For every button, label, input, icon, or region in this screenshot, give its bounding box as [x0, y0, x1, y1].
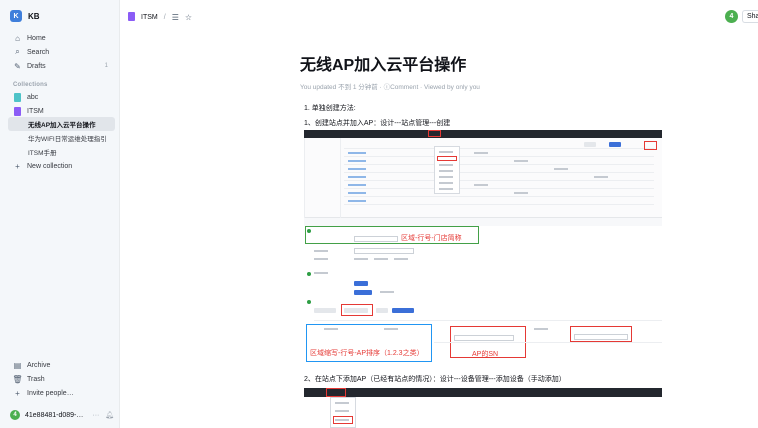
highlight-box [428, 130, 441, 137]
embedded-screenshot [304, 388, 662, 428]
archive-icon: ▤ [13, 360, 22, 370]
nav-drafts-label: Drafts [27, 62, 46, 70]
plus-icon: + [15, 388, 20, 398]
dropdown-menu [434, 146, 460, 194]
home-icon: ⌂ [15, 33, 20, 43]
nav-trash-label: Trash [27, 375, 45, 383]
team-switcher[interactable]: K KB [10, 10, 40, 22]
highlight-box [326, 388, 346, 397]
edit-icon: ✎ [14, 61, 21, 71]
share-button[interactable]: Share [742, 10, 758, 23]
paragraph[interactable]: 1、创建站点并加入AP：设计---站点管理---创建 [304, 118, 450, 128]
nav-trash[interactable]: 🗑 Trash [8, 372, 112, 386]
bell-icon[interactable]: 🔔︎ [105, 411, 114, 419]
nav-home-label: Home [27, 34, 46, 42]
page-title[interactable]: 无线AP加入云平台操作 [300, 56, 662, 76]
star-icon[interactable]: ☆ [185, 13, 192, 22]
annotation-name: 区域缩写-行号-AP排序（1.2.3之类） [310, 350, 424, 357]
document-head: 无线AP加入云平台操作 You updated 不到 1 分钟前 · ⓘComm… [300, 56, 662, 91]
collection-abc-label: abc [27, 93, 39, 101]
annotation-sn: AP的SN [472, 351, 499, 358]
screenshot-note [304, 218, 662, 226]
sidebar: K KB ⌂ Home ⌕ Search ✎ Drafts 1 Collecti… [0, 0, 120, 428]
plus-icon: + [15, 161, 20, 171]
collections-heading: Collections [13, 82, 48, 88]
collection-itsm-label: ITSM [27, 107, 44, 115]
nav-archive-label: Archive [27, 361, 51, 369]
drafts-count: 1 [104, 63, 108, 69]
collection-itsm[interactable]: ITSM [8, 104, 112, 118]
primary-nav: ⌂ Home ⌕ Search ✎ Drafts 1 [8, 31, 112, 73]
nav-drafts[interactable]: ✎ Drafts 1 [8, 59, 112, 73]
team-name: KB [28, 11, 40, 21]
screenshot-topbar [304, 130, 662, 138]
doc-item-label: 无线AP加入云平台操作 [28, 122, 96, 129]
invite-people-label: Invite people… [27, 389, 74, 397]
new-collection-button[interactable]: + New collection [8, 159, 112, 173]
trash-icon: 🗑 [12, 374, 23, 384]
screenshot-topbar [304, 388, 662, 397]
collaborator-avatar[interactable]: 4 [725, 10, 738, 23]
avatar: 4 [10, 410, 20, 420]
app-window: K KB ⌂ Home ⌕ Search ✎ Drafts 1 Collecti… [0, 0, 758, 428]
more-icon[interactable]: ··· [92, 412, 99, 419]
collection-icon [13, 106, 22, 116]
new-collection-row: + New collection [8, 159, 112, 173]
invite-people-button[interactable]: + Invite people… [8, 386, 112, 400]
document-meta: You updated 不到 1 分钟前 · ⓘComment · Viewed… [300, 84, 480, 91]
nav-archive[interactable]: ▤ Archive [8, 358, 112, 372]
bottom-nav: ▤ Archive 🗑 Trash + Invite people… [8, 358, 112, 400]
team-logo: K [10, 10, 22, 22]
embedded-screenshot: 区域-行号-门店简称 区域缩写-行号-AP排序（1.2.3之类） AP的SN [304, 130, 662, 362]
breadcrumb-separator: / [163, 14, 166, 21]
nav-search[interactable]: ⌕ Search [8, 45, 112, 59]
doc-item-active[interactable]: 无线AP加入云平台操作 [8, 117, 115, 131]
collections-list: abc ITSM [8, 90, 112, 118]
user-name: 41e88481-d089-… [25, 411, 84, 419]
collection-abc[interactable]: abc [8, 90, 112, 104]
new-collection-label: New collection [27, 162, 73, 170]
breadcrumb: ITSM / ☰ ☆ [128, 12, 192, 23]
search-icon: ⌕ [15, 47, 20, 56]
breadcrumb-collection[interactable]: ITSM [141, 14, 158, 21]
nav-search-label: Search [27, 48, 50, 56]
table-of-contents-icon[interactable]: ☰ [172, 13, 179, 22]
doc-item[interactable]: 华为WIFI日常运维处理指引 [8, 131, 115, 145]
doc-item-label: ITSM手册 [28, 150, 57, 157]
screenshot-panel [304, 138, 662, 218]
collection-icon [128, 12, 135, 23]
paragraph[interactable]: 2、在站点下添加AP（已经有站点的情况）：设计---设备管理---添加设备（手动… [304, 374, 566, 384]
user-menu[interactable]: 4 41e88481-d089-… ··· 🔔︎ [10, 410, 114, 420]
annotation-region: 区域-行号-门店简称 [401, 235, 462, 242]
highlight-box [644, 141, 657, 150]
doc-item-label: 华为WIFI日常运维处理指引 [28, 136, 107, 143]
collection-icon [13, 92, 22, 102]
document-header: ITSM / ☰ ☆ 4 Share [120, 0, 758, 34]
paragraph[interactable]: 1. 单独创建方法: [304, 103, 356, 113]
doc-item[interactable]: ITSM手册 [8, 145, 115, 159]
dropdown-menu [330, 397, 356, 428]
nav-home[interactable]: ⌂ Home [8, 31, 112, 45]
